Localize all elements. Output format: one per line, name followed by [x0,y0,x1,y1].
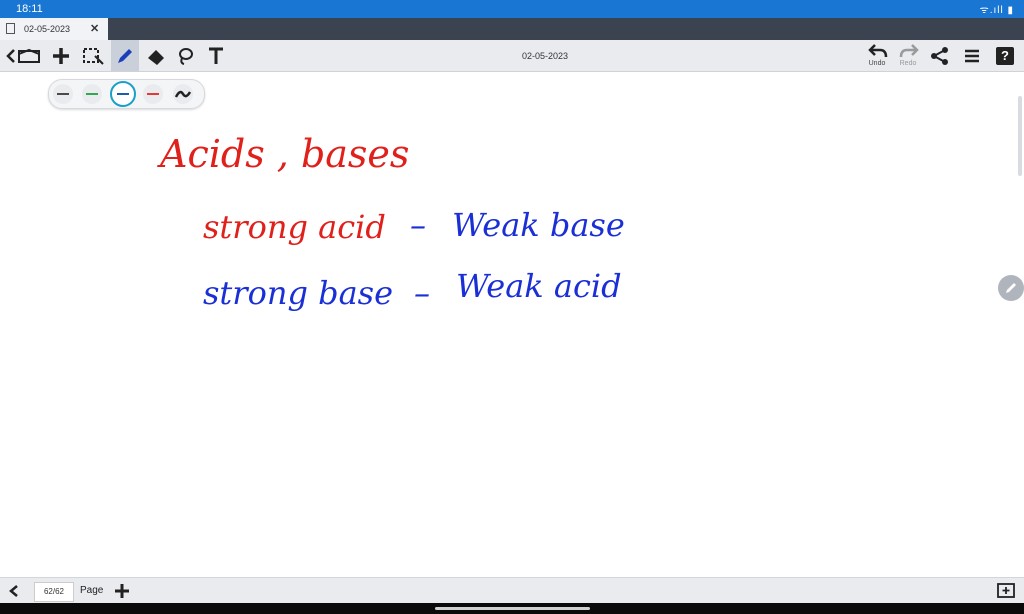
redo-icon [899,43,919,57]
text-tool-button[interactable] [204,40,228,71]
selection-tool-button[interactable] [80,40,106,71]
back-library-icon [6,48,40,63]
page-label[interactable]: Page [80,585,103,596]
notebook-icon [6,23,15,34]
system-navigation-bar [0,603,1024,614]
document-title: 02-05-2023 [521,51,569,61]
redo-label: Redo [899,60,917,67]
hamburger-menu-icon [965,49,979,62]
tab-bar: 02-05-2023 ✕ [0,18,1024,40]
note-line2-left: strong base [203,274,394,312]
close-tab-icon[interactable]: ✕ [90,22,99,35]
vertical-scrollbar[interactable] [1018,96,1022,176]
text-icon [209,47,223,64]
chevron-left-icon [9,585,18,597]
add-page-button[interactable] [112,578,132,604]
home-gesture-handle[interactable] [435,607,590,610]
previous-page-button[interactable] [4,578,24,604]
help-icon: ? [996,46,1014,65]
plus-icon [115,584,129,598]
toolbar: 02-05-2023 Undo Redo ? [0,40,1024,72]
note-line1-dash: – [410,206,426,244]
system-status-icons: ᯤ.ıll ▮ [979,5,1014,16]
note-line1-left: strong acid [203,208,386,246]
undo-button[interactable]: Undo [866,40,890,71]
add-subpage-button[interactable] [994,578,1018,604]
edit-fab-button[interactable] [998,275,1024,301]
share-icon [931,46,948,65]
pencil-icon [1006,283,1016,293]
page-counter[interactable]: 62/62 [34,582,74,602]
note-line2-right: Weak acid [456,267,622,305]
undo-icon [868,43,888,57]
note-line1-right: Weak base [452,206,625,244]
page-navigation-bar: 62/62 Page [0,577,1024,604]
undo-label: Undo [868,60,886,67]
back-to-library-button[interactable] [4,40,44,71]
note-canvas[interactable]: Acids , bases strong acid – Weak base st… [0,72,1024,577]
pen-icon [118,48,132,63]
lasso-select-icon [83,47,104,65]
add-page-icon [997,583,1015,598]
eraser-tool-button[interactable] [144,40,168,71]
status-bar: 18:11 ᯤ.ıll ▮ [0,0,1024,18]
clock: 18:11 [16,3,43,15]
menu-button[interactable] [960,40,984,71]
note-line2-dash: – [414,274,430,312]
tab-notebook[interactable]: 02-05-2023 ✕ [0,18,108,40]
redo-button[interactable]: Redo [897,40,921,71]
pen-tool-button[interactable] [111,40,139,71]
tab-title: 02-05-2023 [24,24,71,34]
share-button[interactable] [928,40,952,71]
help-button[interactable]: ? [993,40,1017,71]
add-button[interactable] [50,40,72,71]
eraser-icon [148,49,164,65]
lasso-icon [179,47,193,65]
plus-icon [53,47,69,64]
note-heading: Acids , bases [160,132,410,176]
lasso-tool-button[interactable] [174,40,196,71]
